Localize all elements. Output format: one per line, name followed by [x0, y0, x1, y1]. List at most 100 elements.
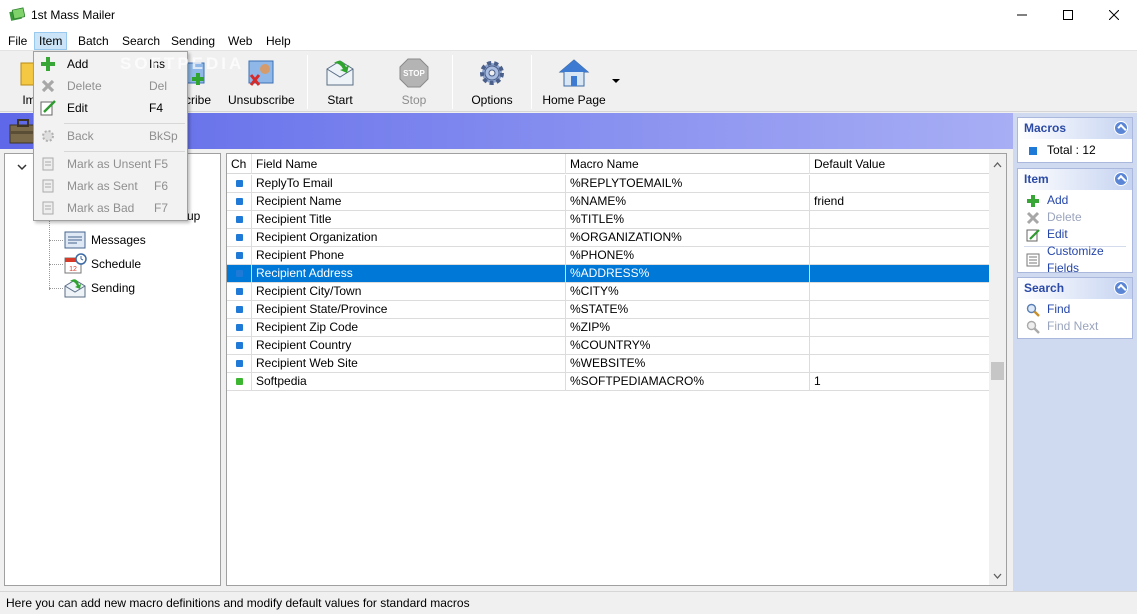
item-box-title[interactable]: Item [1018, 169, 1132, 190]
table-row[interactable]: Recipient Address %ADDRESS% [227, 265, 989, 283]
table-row[interactable]: Softpedia %SOFTPEDIAMACRO% 1 [227, 373, 989, 391]
table-row[interactable]: Recipient Name %NAME% friend [227, 193, 989, 211]
cell-default[interactable] [810, 337, 989, 354]
table-row[interactable]: Recipient Web Site %WEBSITE% [227, 355, 989, 373]
cell-default[interactable] [810, 175, 989, 192]
table-row[interactable]: Recipient Zip Code %ZIP% [227, 319, 989, 337]
maximize-button[interactable] [1045, 0, 1091, 30]
stop-button[interactable]: STOP Stop [392, 57, 436, 109]
menu-batch[interactable]: Batch [74, 32, 113, 50]
side-edit-link[interactable]: Edit [1018, 226, 1132, 243]
homepage-dropdown-icon[interactable] [612, 79, 620, 84]
grid-scrollbar[interactable] [989, 154, 1006, 585]
cell-macro[interactable]: %ADDRESS% [566, 265, 810, 282]
cell-macro[interactable]: %WEBSITE% [566, 355, 810, 372]
row-check-cell[interactable] [227, 373, 252, 390]
cell-default[interactable] [810, 283, 989, 300]
cell-field[interactable]: Recipient Phone [252, 247, 566, 264]
search-box-title[interactable]: Search [1018, 278, 1132, 299]
cell-macro[interactable]: %ORGANIZATION% [566, 229, 810, 246]
cell-field[interactable]: Recipient Name [252, 193, 566, 210]
cell-default[interactable] [810, 301, 989, 318]
tree-node-sending[interactable]: Sending [63, 277, 135, 299]
cell-macro[interactable]: %PHONE% [566, 247, 810, 264]
options-button[interactable]: Options [470, 57, 514, 109]
cell-default[interactable] [810, 247, 989, 264]
table-row[interactable]: Recipient Country %COUNTRY% [227, 337, 989, 355]
scroll-up-button[interactable] [989, 156, 1006, 173]
close-button[interactable] [1091, 0, 1137, 30]
cell-field[interactable]: Recipient Country [252, 337, 566, 354]
menu-mark-bad[interactable]: Mark as Bad F7 [36, 197, 185, 219]
menu-search[interactable]: Search [118, 32, 164, 50]
cell-field[interactable]: Recipient Title [252, 211, 566, 228]
cell-macro[interactable]: %COUNTRY% [566, 337, 810, 354]
cell-default[interactable] [810, 265, 989, 282]
row-check-cell[interactable] [227, 265, 252, 282]
cell-default[interactable]: friend [810, 193, 989, 210]
table-row[interactable]: Recipient City/Town %CITY% [227, 283, 989, 301]
start-button[interactable]: Start [318, 57, 362, 109]
cell-field[interactable]: Recipient Zip Code [252, 319, 566, 336]
cell-default[interactable] [810, 211, 989, 228]
cell-macro[interactable]: %ZIP% [566, 319, 810, 336]
collapse-icon[interactable] [1114, 121, 1128, 135]
menu-web[interactable]: Web [224, 32, 256, 50]
cell-default[interactable] [810, 319, 989, 336]
table-row[interactable]: Recipient Phone %PHONE% [227, 247, 989, 265]
cell-macro[interactable]: %SOFTPEDIAMACRO% [566, 373, 810, 390]
row-check-cell[interactable] [227, 175, 252, 192]
row-check-cell[interactable] [227, 247, 252, 264]
cell-field[interactable]: Recipient State/Province [252, 301, 566, 318]
row-check-cell[interactable] [227, 193, 252, 210]
menu-back[interactable]: Back BkSp [36, 125, 185, 147]
table-row[interactable]: Recipient Title %TITLE% [227, 211, 989, 229]
row-check-cell[interactable] [227, 211, 252, 228]
menu-file[interactable]: File [4, 32, 31, 50]
menu-item[interactable]: Item [34, 32, 68, 50]
menu-mark-unsent[interactable]: Mark as Unsent F5 [36, 153, 185, 175]
tree-collapse-icon[interactable] [17, 162, 27, 172]
row-check-cell[interactable] [227, 229, 252, 246]
tree-node-messages[interactable]: Messages [63, 229, 146, 251]
column-header-default-value[interactable]: Default Value [810, 154, 989, 174]
side-delete-link[interactable]: Delete [1018, 209, 1132, 226]
minimize-button[interactable] [999, 0, 1045, 30]
table-row[interactable]: ReplyTo Email %REPLYTOEMAIL% [227, 175, 989, 193]
side-customize-fields-link[interactable]: Customize Fields [1018, 244, 1132, 275]
menu-help[interactable]: Help [262, 32, 295, 50]
cell-field[interactable]: ReplyTo Email [252, 175, 566, 192]
cell-field[interactable]: Recipient Organization [252, 229, 566, 246]
cell-macro[interactable]: %TITLE% [566, 211, 810, 228]
row-check-cell[interactable] [227, 319, 252, 336]
menu-sending[interactable]: Sending [167, 32, 219, 50]
side-find-link[interactable]: Find [1018, 301, 1132, 318]
cell-field[interactable]: Softpedia [252, 373, 566, 390]
column-header-macro-name[interactable]: Macro Name [566, 154, 810, 174]
cell-field[interactable]: Recipient City/Town [252, 283, 566, 300]
side-find-next-link[interactable]: Find Next [1018, 318, 1132, 335]
table-row[interactable]: Recipient Organization %ORGANIZATION% [227, 229, 989, 247]
cell-macro[interactable]: %STATE% [566, 301, 810, 318]
cell-default[interactable] [810, 229, 989, 246]
tree-node-schedule[interactable]: 12 Schedule [63, 253, 141, 275]
menu-mark-sent[interactable]: Mark as Sent F6 [36, 175, 185, 197]
row-check-cell[interactable] [227, 301, 252, 318]
side-add-link[interactable]: Add [1018, 192, 1132, 209]
scroll-thumb[interactable] [991, 362, 1004, 380]
row-check-cell[interactable] [227, 355, 252, 372]
cell-macro[interactable]: %CITY% [566, 283, 810, 300]
scroll-down-button[interactable] [989, 567, 1006, 584]
cell-default[interactable] [810, 355, 989, 372]
cell-default[interactable]: 1 [810, 373, 989, 390]
collapse-icon[interactable] [1114, 172, 1128, 186]
cell-macro[interactable]: %NAME% [566, 193, 810, 210]
menu-delete[interactable]: Delete Del [36, 75, 185, 97]
cell-field[interactable]: Recipient Web Site [252, 355, 566, 372]
menu-edit[interactable]: Edit F4 [36, 97, 185, 119]
homepage-button[interactable]: Home Page [542, 57, 606, 109]
table-row[interactable]: Recipient State/Province %STATE% [227, 301, 989, 319]
collapse-icon[interactable] [1114, 281, 1128, 295]
macros-box-title[interactable]: Macros [1018, 118, 1132, 139]
cell-macro[interactable]: %REPLYTOEMAIL% [566, 175, 810, 192]
